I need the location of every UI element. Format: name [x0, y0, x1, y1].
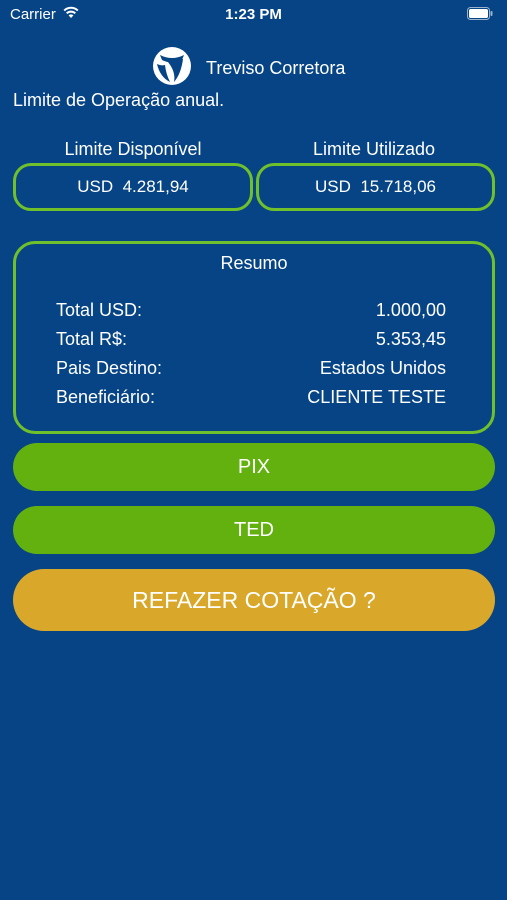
summary-label: Pais Destino: — [56, 358, 163, 378]
summary-value: 5.353,45 — [375, 329, 446, 349]
ted-button[interactable]: TED — [13, 506, 495, 554]
summary-row-total-brl: Total R$: 5.353,45 — [56, 329, 446, 353]
summary-label: Total USD: — [56, 300, 143, 320]
available-limit-label: Limite Disponível — [64, 139, 202, 159]
used-limit-value: USD 15.718,06 — [256, 163, 495, 211]
summary-row-total-usd: Total USD: 1.000,00 — [56, 300, 446, 324]
available-limit-value: USD 4.281,94 — [13, 163, 253, 211]
battery-icon — [467, 7, 493, 20]
summary-label: Total R$: — [56, 329, 128, 349]
status-bar: Carrier 1:23 PM — [0, 0, 507, 28]
redo-quote-button[interactable]: REFAZER COTAÇÃO ? — [13, 569, 495, 631]
brand-name: Treviso Corretora — [206, 58, 346, 78]
summary-value: Estados Unidos — [319, 358, 446, 378]
summary-value: 1.000,00 — [375, 300, 446, 320]
pix-button[interactable]: PIX — [13, 443, 495, 491]
summary-label: Beneficiário: — [56, 387, 156, 407]
globe-logo-icon — [153, 47, 191, 85]
summary-row-destination: Pais Destino: Estados Unidos — [56, 358, 446, 382]
summary-title: Resumo — [220, 253, 288, 273]
summary-value: CLIENTE TESTE — [307, 387, 446, 407]
brand-header: Treviso Corretora — [152, 46, 392, 86]
page-subtitle: Limite de Operação anual. — [13, 90, 225, 110]
summary-row-beneficiary: Beneficiário: CLIENTE TESTE — [56, 387, 446, 411]
used-limit-label: Limite Utilizado — [312, 139, 436, 159]
clock: 1:23 PM — [225, 6, 282, 23]
summary-card: Resumo Total USD: 1.000,00 Total R$: 5.3… — [13, 241, 495, 434]
